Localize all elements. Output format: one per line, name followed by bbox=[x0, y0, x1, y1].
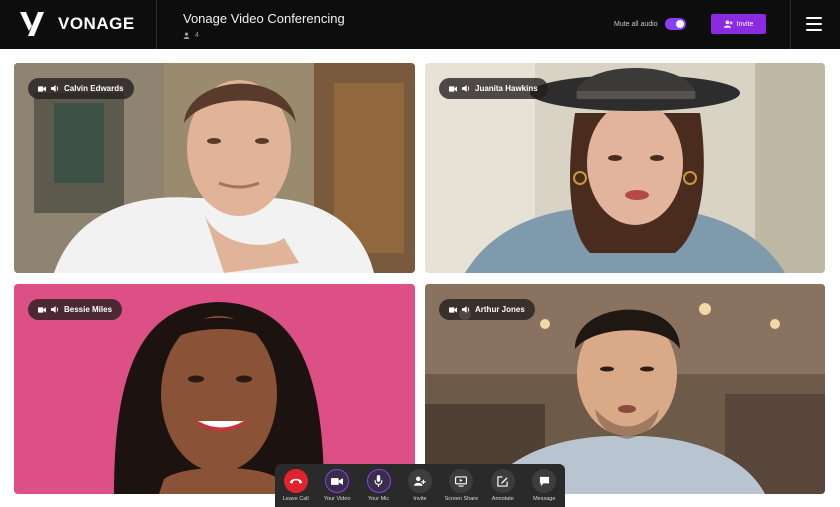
call-controls: Leave Call Your Video Your Mic Invite Sc… bbox=[275, 464, 565, 507]
people-icon bbox=[183, 32, 190, 39]
top-bar: VONAGE Vonage Video Conferencing 4 Mute … bbox=[0, 0, 840, 49]
your-mic-label: Your Mic bbox=[367, 496, 390, 502]
screen-share-icon bbox=[455, 475, 468, 487]
participant-name-tag: Juanita Hawkins bbox=[439, 78, 548, 99]
meeting-title: Vonage Video Conferencing bbox=[183, 11, 345, 26]
annotate-label: Annotate bbox=[491, 496, 514, 502]
mute-all-toggle[interactable] bbox=[665, 18, 686, 30]
message-label: Message bbox=[533, 496, 556, 502]
message-icon bbox=[539, 476, 549, 486]
invite-button[interactable]: Invite bbox=[711, 14, 766, 34]
your-video-label: Your Video bbox=[323, 496, 351, 502]
message-button[interactable]: Message bbox=[525, 469, 563, 502]
camera-icon bbox=[449, 306, 457, 313]
your-mic-button[interactable]: Your Mic bbox=[360, 469, 398, 502]
speaker-icon bbox=[462, 85, 470, 92]
invite-control-label: Invite bbox=[413, 496, 427, 502]
screen-share-circle bbox=[449, 469, 474, 493]
video-camera-icon bbox=[331, 477, 344, 485]
toggle-knob bbox=[676, 20, 684, 28]
screen-share-button[interactable]: Screen Share bbox=[442, 469, 480, 502]
screen-share-label: Screen Share bbox=[444, 496, 479, 502]
your-video-button[interactable]: Your Video bbox=[318, 469, 356, 502]
camera-icon bbox=[38, 85, 46, 92]
invite-control-circle bbox=[407, 469, 432, 493]
vonage-v-icon bbox=[20, 12, 44, 36]
video-tile[interactable]: Bessie Miles bbox=[14, 284, 415, 494]
invite-control-button[interactable]: Invite bbox=[401, 469, 439, 502]
speaker-icon bbox=[51, 85, 59, 92]
microphone-icon bbox=[374, 475, 383, 487]
video-tile[interactable]: Juanita Hawkins bbox=[425, 63, 825, 273]
annotate-icon bbox=[497, 475, 508, 487]
participant-name: Calvin Edwards bbox=[64, 84, 124, 93]
annotate-circle bbox=[490, 469, 515, 493]
camera-icon bbox=[449, 85, 457, 92]
invite-button-label: Invite bbox=[736, 20, 754, 28]
phone-hangup-icon bbox=[289, 478, 302, 484]
video-tile[interactable]: Arthur Jones bbox=[425, 284, 825, 494]
speaker-icon bbox=[462, 306, 470, 313]
your-video-circle bbox=[325, 469, 350, 493]
mute-all-label: Mute all audio bbox=[614, 21, 658, 28]
leave-call-button[interactable]: Leave Call bbox=[277, 469, 315, 502]
meeting-info: Vonage Video Conferencing 4 bbox=[183, 11, 345, 39]
camera-icon bbox=[38, 306, 46, 313]
leave-call-circle bbox=[283, 469, 308, 493]
add-person-icon bbox=[723, 20, 733, 28]
participant-name: Bessie Miles bbox=[64, 305, 113, 314]
menu-divider bbox=[790, 0, 791, 49]
participant-name-tag: Bessie Miles bbox=[28, 299, 123, 320]
speaker-icon bbox=[51, 306, 59, 313]
participant-name-tag: Calvin Edwards bbox=[28, 78, 134, 99]
your-mic-circle bbox=[366, 469, 391, 493]
hamburger-menu-icon[interactable] bbox=[806, 17, 822, 31]
annotate-button[interactable]: Annotate bbox=[484, 469, 522, 502]
leave-call-label: Leave Call bbox=[282, 496, 309, 502]
video-tile[interactable]: Calvin Edwards bbox=[14, 63, 415, 273]
participant-count-value: 4 bbox=[195, 32, 199, 39]
brand-name: VONAGE bbox=[58, 14, 135, 33]
vonage-logo[interactable]: VONAGE bbox=[0, 0, 157, 49]
participant-name-tag: Arthur Jones bbox=[439, 299, 535, 320]
participant-name: Juanita Hawkins bbox=[475, 84, 538, 93]
message-circle bbox=[532, 469, 557, 493]
add-person-icon bbox=[413, 476, 426, 486]
participant-name: Arthur Jones bbox=[475, 305, 525, 314]
participant-count: 4 bbox=[183, 32, 345, 39]
